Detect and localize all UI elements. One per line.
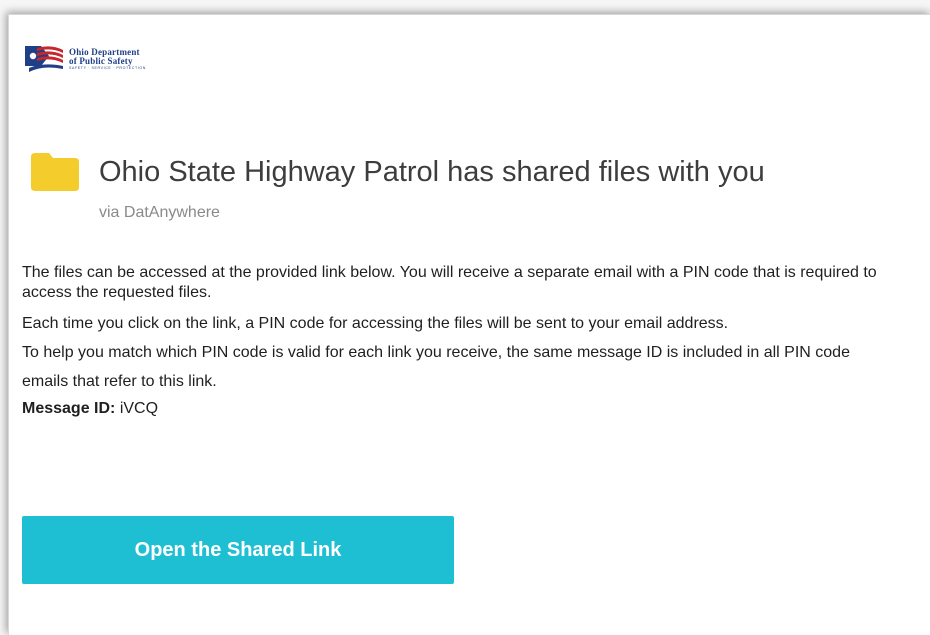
email-title: Ohio State Highway Patrol has shared fil… <box>99 155 765 188</box>
logo-tagline: SAFETY · SERVICE · PROTECTION <box>69 65 146 70</box>
body-paragraph-1: The files can be accessed at the provide… <box>22 264 877 301</box>
folder-icon <box>31 153 79 191</box>
logo-line-2: of Public Safety <box>69 55 133 66</box>
body-paragraph-2: Each time you click on the link, a PIN c… <box>22 315 729 332</box>
via-label: via DatAnywhere <box>99 204 220 221</box>
message-id-line: Message ID: iVCQ <box>22 398 882 420</box>
body-paragraph-3: To help you match which PIN code is vali… <box>22 344 850 390</box>
odps-logo: Ohio Department of Public Safety SAFETY … <box>23 39 146 79</box>
ohio-flag-logo-icon <box>25 46 63 72</box>
email-card: Ohio Department of Public Safety SAFETY … <box>8 14 930 635</box>
message-id-label: Message ID: <box>22 400 116 417</box>
logo-wordmark: Ohio Department of Public Safety SAFETY … <box>69 47 146 71</box>
message-id-value: iVCQ <box>119 400 159 417</box>
email-header: Ohio State Highway Patrol has shared fil… <box>31 153 765 191</box>
open-shared-link-button[interactable]: Open the Shared Link <box>22 516 454 584</box>
email-body: The files can be accessed at the provide… <box>22 263 882 420</box>
